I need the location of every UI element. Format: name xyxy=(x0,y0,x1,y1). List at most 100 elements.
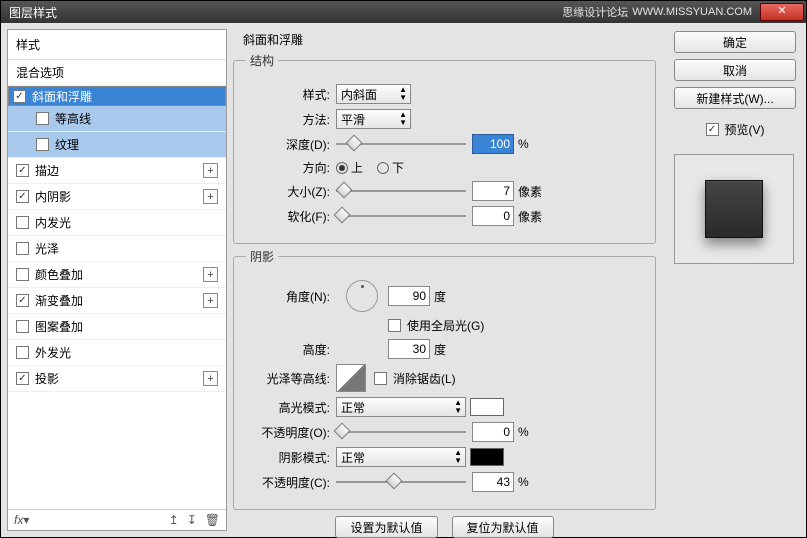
global-light-checkbox[interactable] xyxy=(388,319,401,332)
shadow-mode-select[interactable]: 正常▲▼ xyxy=(336,447,466,467)
size-unit: 像素 xyxy=(518,183,542,200)
sidebar-item-inner-glow[interactable]: 内发光 xyxy=(8,210,226,236)
arrow-down-icon[interactable]: ↧ xyxy=(187,513,197,527)
checkbox-icon[interactable] xyxy=(36,112,49,125)
shading-group: 阴影 角度(N): 90 度 使用全局光(G) 高度: 30 xyxy=(233,248,656,510)
preview-checkbox[interactable] xyxy=(706,123,719,136)
sidebar-item-gradient-overlay[interactable]: 渐变叠加 + xyxy=(8,288,226,314)
dropdown-icon: ▲▼ xyxy=(399,111,406,127)
style-label: 样式: xyxy=(246,86,336,103)
altitude-unit: 度 xyxy=(434,341,446,358)
technique-label: 方法: xyxy=(246,111,336,128)
checkbox-icon[interactable] xyxy=(16,346,29,359)
style-select[interactable]: 内斜面▲▼ xyxy=(336,84,411,104)
sidebar-item-contour[interactable]: 等高线 xyxy=(8,106,226,132)
ok-button[interactable]: 确定 xyxy=(674,31,796,53)
sidebar-header: 样式 xyxy=(8,30,226,60)
titlebar[interactable]: 图层样式 思缘设计论坛 WWW.MISSYUAN.COM ✕ xyxy=(1,1,806,23)
reset-default-button[interactable]: 复位为默认值 xyxy=(452,516,554,538)
shadow-opacity-slider[interactable] xyxy=(336,474,466,490)
styles-sidebar: 样式 混合选项 斜面和浮雕 等高线 纹理 描边 + xyxy=(7,29,227,531)
highlight-mode-select[interactable]: 正常▲▼ xyxy=(336,397,466,417)
preview-box xyxy=(674,154,794,264)
arrow-up-icon[interactable]: ↥ xyxy=(169,513,179,527)
gloss-contour-label: 光泽等高线: xyxy=(246,370,336,387)
brand-text: 思缘设计论坛 xyxy=(562,4,632,20)
make-default-button[interactable]: 设置为默认值 xyxy=(335,516,437,538)
sidebar-item-pattern-overlay[interactable]: 图案叠加 xyxy=(8,314,226,340)
checkbox-icon[interactable] xyxy=(36,138,49,151)
fx-icon[interactable]: fx▾ xyxy=(14,513,29,527)
highlight-opacity-slider[interactable] xyxy=(336,424,466,440)
highlight-mode-label: 高光模式: xyxy=(246,399,336,416)
altitude-label: 高度: xyxy=(246,341,336,358)
highlight-opacity-input[interactable]: 0 xyxy=(472,422,514,442)
add-icon[interactable]: + xyxy=(203,189,218,204)
sidebar-item-satin[interactable]: 光泽 xyxy=(8,236,226,262)
anti-alias-checkbox[interactable] xyxy=(374,372,387,385)
angle-input[interactable]: 90 xyxy=(388,286,430,306)
highlight-color-swatch[interactable] xyxy=(470,398,504,416)
checkbox-icon[interactable] xyxy=(16,320,29,333)
checkbox-icon[interactable] xyxy=(16,372,29,385)
dropdown-icon: ▲▼ xyxy=(454,449,461,465)
structure-legend: 结构 xyxy=(246,52,278,69)
sidebar-item-color-overlay[interactable]: 颜色叠加 + xyxy=(8,262,226,288)
highlight-opacity-label: 不透明度(O): xyxy=(246,424,336,441)
add-icon[interactable]: + xyxy=(203,163,218,178)
depth-slider[interactable] xyxy=(336,136,466,152)
altitude-input[interactable]: 30 xyxy=(388,339,430,359)
shadow-mode-label: 阴影模式: xyxy=(246,449,336,466)
layer-style-dialog: 图层样式 思缘设计论坛 WWW.MISSYUAN.COM ✕ 样式 混合选项 斜… xyxy=(0,0,807,538)
shadow-opacity-label: 不透明度(C): xyxy=(246,474,336,491)
shadow-opacity-input[interactable]: 43 xyxy=(472,472,514,492)
global-light-label: 使用全局光(G) xyxy=(407,317,484,334)
window-title: 图层样式 xyxy=(3,4,562,21)
checkbox-icon[interactable] xyxy=(16,242,29,255)
add-icon[interactable]: + xyxy=(203,371,218,386)
sidebar-item-bevel[interactable]: 斜面和浮雕 xyxy=(8,86,226,106)
shadow-color-swatch[interactable] xyxy=(470,448,504,466)
close-button[interactable]: ✕ xyxy=(760,3,804,21)
technique-select[interactable]: 平滑▲▼ xyxy=(336,109,411,129)
anti-alias-label: 消除锯齿(L) xyxy=(393,370,456,387)
sidebar-item-stroke[interactable]: 描边 + xyxy=(8,158,226,184)
depth-input[interactable]: 100 xyxy=(472,134,514,154)
preview-label: 预览(V) xyxy=(725,121,765,138)
brand-url: WWW.MISSYUAN.COM xyxy=(632,6,756,18)
size-input[interactable]: 7 xyxy=(472,181,514,201)
checkbox-icon[interactable] xyxy=(16,216,29,229)
bevel-panel: 斜面和浮雕 结构 样式: 内斜面▲▼ 方法: 平滑▲▼ 深度(D): 100 % xyxy=(233,23,664,537)
gloss-contour-picker[interactable] xyxy=(336,364,366,392)
checkbox-icon[interactable] xyxy=(16,294,29,307)
shading-legend: 阴影 xyxy=(246,248,278,265)
add-icon[interactable]: + xyxy=(203,293,218,308)
depth-label: 深度(D): xyxy=(246,136,336,153)
checkbox-icon[interactable] xyxy=(16,190,29,203)
structure-group: 结构 样式: 内斜面▲▼ 方法: 平滑▲▼ 深度(D): 100 % 方向: xyxy=(233,52,656,244)
right-column: 确定 取消 新建样式(W)... 预览(V) xyxy=(664,23,806,537)
sidebar-item-inner-shadow[interactable]: 内阴影 + xyxy=(8,184,226,210)
blending-options[interactable]: 混合选项 xyxy=(8,60,226,86)
panel-title: 斜面和浮雕 xyxy=(233,31,656,48)
size-slider[interactable] xyxy=(336,183,466,199)
sidebar-item-outer-glow[interactable]: 外发光 xyxy=(8,340,226,366)
checkbox-icon[interactable] xyxy=(13,90,26,103)
dropdown-icon: ▲▼ xyxy=(399,86,406,102)
cancel-button[interactable]: 取消 xyxy=(674,59,796,81)
checkbox-icon[interactable] xyxy=(16,164,29,177)
soften-slider[interactable] xyxy=(336,208,466,224)
add-icon[interactable]: + xyxy=(203,267,218,282)
sidebar-item-drop-shadow[interactable]: 投影 + xyxy=(8,366,226,392)
angle-dial[interactable] xyxy=(346,280,378,312)
new-style-button[interactable]: 新建样式(W)... xyxy=(674,87,796,109)
size-label: 大小(Z): xyxy=(246,183,336,200)
trash-icon[interactable]: 🗑 xyxy=(205,513,220,527)
sidebar-item-texture[interactable]: 纹理 xyxy=(8,132,226,158)
direction-down-radio[interactable] xyxy=(377,162,389,174)
direction-up-radio[interactable] xyxy=(336,162,348,174)
dropdown-icon: ▲▼ xyxy=(454,399,461,415)
checkbox-icon[interactable] xyxy=(16,268,29,281)
soften-input[interactable]: 0 xyxy=(472,206,514,226)
soften-label: 软化(F): xyxy=(246,208,336,225)
